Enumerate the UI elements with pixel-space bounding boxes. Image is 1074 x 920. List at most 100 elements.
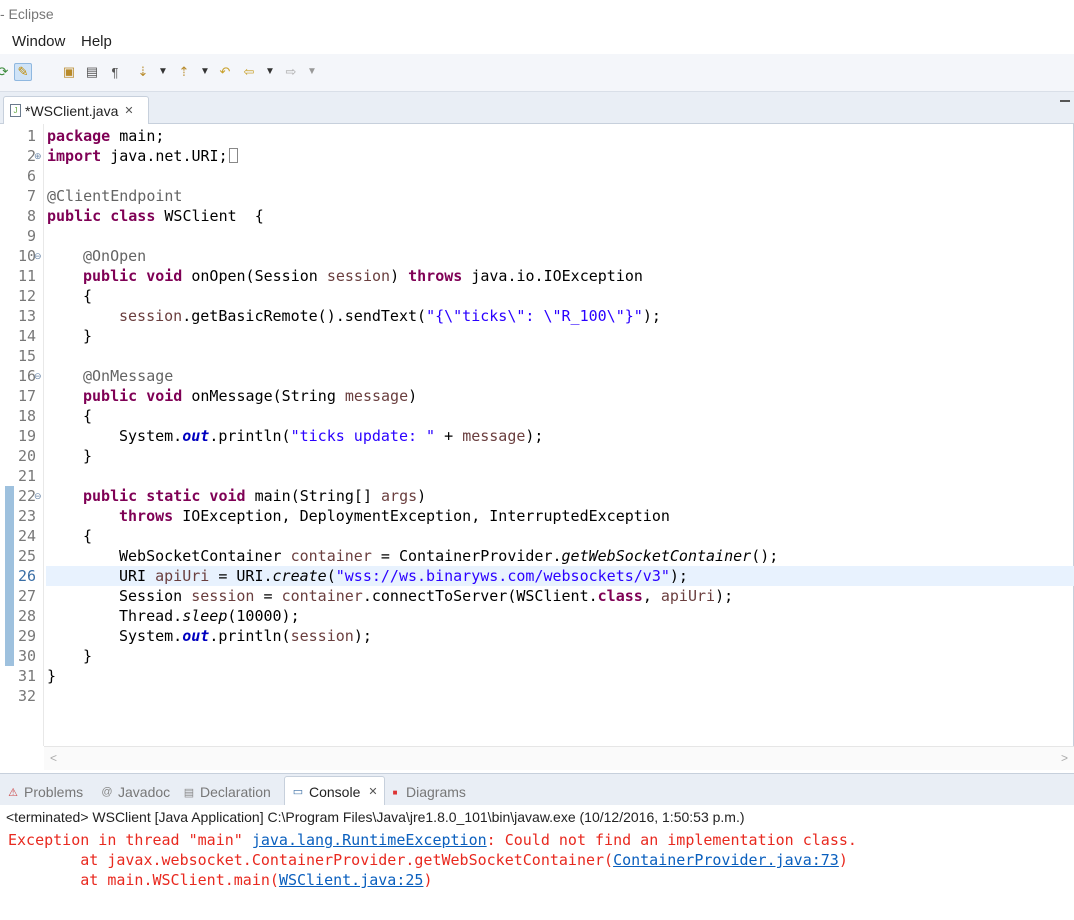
code-line: public void onMessage(String message) <box>83 386 417 406</box>
line-number: 30 <box>17 647 36 665</box>
code-line: public static void main(String[] args) <box>83 486 426 506</box>
last-edit-location-icon[interactable]: ↶ <box>216 63 234 81</box>
menu-help[interactable]: Help <box>81 33 112 50</box>
task-icon[interactable]: ▤ <box>83 63 101 81</box>
code-text: { <box>83 407 93 425</box>
static-field: out <box>182 627 210 645</box>
expand-fold-icon[interactable]: ⊕ <box>34 146 42 166</box>
minimize-icon[interactable] <box>1060 100 1070 103</box>
line-number: 16 <box>17 367 36 385</box>
console-text: ) <box>838 851 848 869</box>
forward-dropdown-icon[interactable]: ▼ <box>307 66 317 77</box>
code-text: ( <box>326 567 336 585</box>
next-annotation-icon[interactable]: ⇣ <box>134 63 152 81</box>
code-text: ); <box>669 567 688 585</box>
keyword: public void <box>83 387 183 405</box>
close-icon[interactable]: ✕ <box>368 785 377 798</box>
variable: session <box>191 587 255 605</box>
code-text: , <box>642 587 661 605</box>
code-line: { <box>83 526 92 546</box>
console-output-line: at javax.websocket.ContainerProvider.get… <box>8 850 848 870</box>
console-icon: ▭ <box>292 786 304 798</box>
tab-diagrams[interactable]: ■ Diagrams <box>388 780 466 804</box>
stack-trace-link[interactable]: WSClient.java:25 <box>279 871 424 889</box>
highlight-toggle-icon[interactable]: ✎ <box>14 63 32 81</box>
title-bar: - Eclipse <box>0 0 1074 30</box>
close-icon[interactable]: ✕ <box>124 104 133 117</box>
tab-wsclient-java[interactable]: J *WSClient.java ✕ <box>3 96 149 124</box>
horizontal-scrollbar[interactable]: < > <box>44 746 1074 770</box>
line-number: 17 <box>17 387 36 405</box>
exception-link[interactable]: java.lang.RuntimeException <box>252 831 487 849</box>
keyword: import <box>47 147 102 165</box>
folded-imports-marker[interactable] <box>228 148 238 163</box>
console-text: Exception in thread "main" <box>8 831 252 849</box>
diagrams-icon: ■ <box>392 787 398 797</box>
code-text: .connectToServer(WSClient. <box>362 587 598 605</box>
variable: message <box>344 387 409 405</box>
next-annotation-dropdown-icon[interactable]: ▼ <box>158 66 168 77</box>
line-number: 32 <box>17 687 36 705</box>
back-dropdown-icon[interactable]: ▼ <box>265 66 275 77</box>
previous-annotation-dropdown-icon[interactable]: ▼ <box>200 66 210 77</box>
console-text: at main.WSClient.main( <box>8 871 279 889</box>
declaration-icon: ▤ <box>183 786 195 799</box>
java-file-icon: J <box>10 104 21 117</box>
console-text: ) <box>423 871 433 889</box>
code-line-current: URI apiUri = URI.create("wss://ws.binary… <box>119 566 688 586</box>
collapse-fold-icon[interactable]: ⊖ <box>34 246 42 266</box>
line-number: 22 <box>17 487 36 505</box>
variable: session <box>290 627 354 645</box>
line-number: 7 <box>26 187 36 205</box>
collapse-fold-icon[interactable]: ⊖ <box>34 366 42 386</box>
stack-trace-link[interactable]: ContainerProvider.java:73 <box>613 851 839 869</box>
open-type-icon[interactable]: ▣ <box>60 63 78 81</box>
keyword: public void <box>83 267 183 285</box>
code-text: URI <box>119 567 156 585</box>
code-text: ) <box>390 267 409 285</box>
tab-problems[interactable]: ⚠ Problems <box>6 780 83 804</box>
code-text: .println( <box>209 427 291 445</box>
editor-tab-bar: J *WSClient.java ✕ <box>0 92 1074 124</box>
console-view[interactable]: <terminated> WSClient [Java Application]… <box>0 805 1074 920</box>
code-text: .println( <box>209 627 291 645</box>
line-number: 27 <box>17 587 36 605</box>
string-literal: "{\"ticks\": \"R_100\"}" <box>426 307 643 325</box>
tab-javadoc[interactable]: @ Javadoc <box>100 780 170 804</box>
code-text-area[interactable]: package main; import java.net.URI; @Clie… <box>44 124 1074 746</box>
refresh-icon[interactable]: ⟳ <box>0 63 12 81</box>
code-editor[interactable]: 1 2 ⊕ 6 7 8 9 10 ⊖ 11 12 13 14 15 16 ⊖ 17 18 19 20 21 22 ⊖ 23 24… <box>0 124 1074 770</box>
tab-label: Javadoc <box>118 784 171 800</box>
code-text: ); <box>353 627 372 645</box>
tab-declaration[interactable]: ▤ Declaration <box>182 780 271 804</box>
code-text: .getBasicRemote().sendText( <box>182 307 427 325</box>
variable: container <box>290 547 372 565</box>
line-number: 24 <box>17 527 36 545</box>
show-whitespace-icon[interactable]: ¶ <box>106 63 124 81</box>
scroll-right-icon[interactable]: > <box>1061 751 1068 765</box>
scroll-left-icon[interactable]: < <box>50 751 57 765</box>
code-text: (); <box>751 547 779 565</box>
code-line: throws IOException, DeploymentException,… <box>119 506 670 526</box>
code-line: Session session = container.connectToSer… <box>119 586 733 606</box>
line-number: 18 <box>17 407 36 425</box>
string-literal: "wss://ws.binaryws.com/websockets/v3" <box>335 567 670 585</box>
forward-icon[interactable]: ⇨ <box>282 63 300 81</box>
code-line: } <box>83 326 92 346</box>
menu-window[interactable]: Window <box>12 33 65 50</box>
tab-label: Console <box>309 783 361 800</box>
static-method: sleep <box>182 607 228 625</box>
code-text: } <box>47 667 57 685</box>
code-line: } <box>83 646 92 666</box>
line-number: 21 <box>17 467 36 485</box>
code-text: System. <box>119 427 183 445</box>
keyword: class <box>597 587 643 605</box>
tab-console[interactable]: ▭ Console ✕ <box>284 776 385 806</box>
line-number: 26 <box>17 567 36 585</box>
previous-annotation-icon[interactable]: ⇡ <box>175 63 193 81</box>
collapse-fold-icon[interactable]: ⊖ <box>34 486 42 506</box>
back-icon[interactable]: ⇦ <box>240 63 258 81</box>
line-number-gutter: 1 2 ⊕ 6 7 8 9 10 ⊖ 11 12 13 14 15 16 ⊖ 17 18 19 20 21 22 ⊖ 23 24… <box>0 124 44 746</box>
code-text: = <box>254 587 282 605</box>
code-text: Session <box>119 587 192 605</box>
